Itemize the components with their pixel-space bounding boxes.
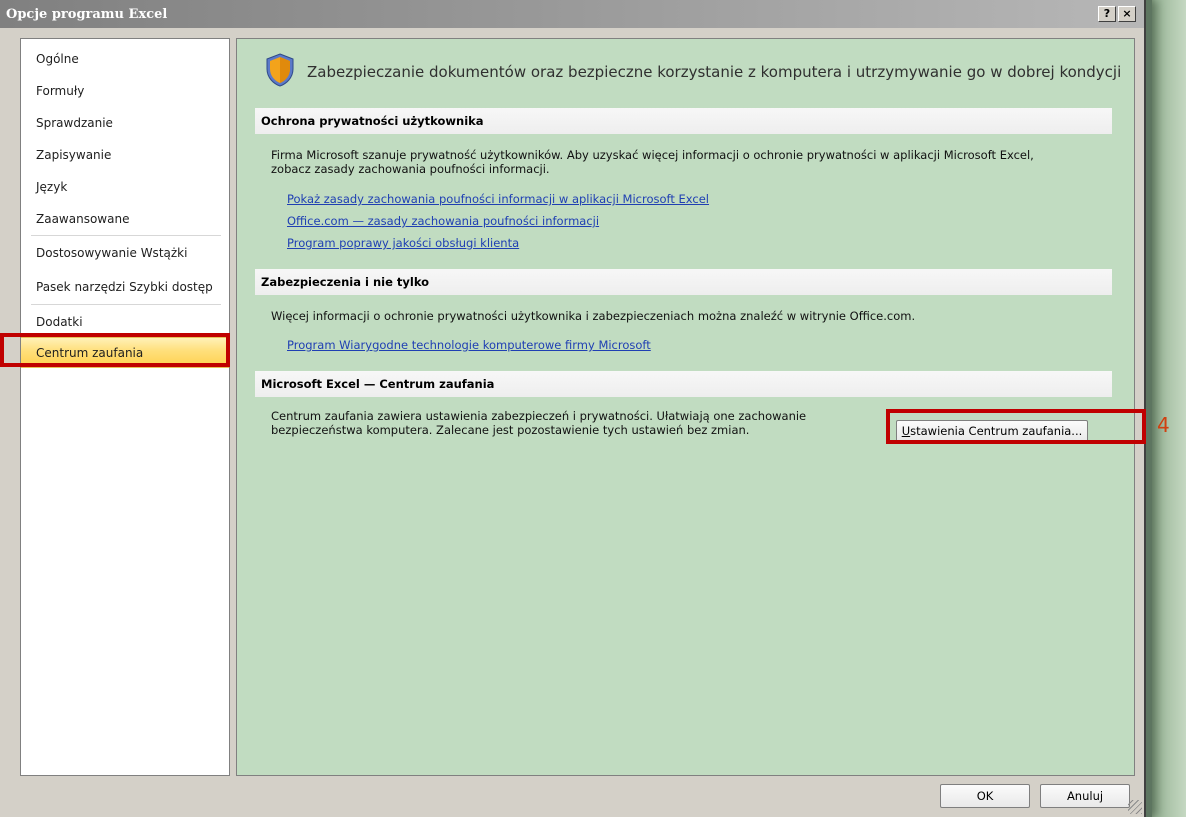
sidebar-divider (31, 304, 221, 305)
sidebar-divider (31, 235, 221, 236)
section-title-trust-center: Microsoft Excel — Centrum zaufania (255, 371, 1112, 397)
trust-center-text-line1: Centrum zaufania zawiera ustawienia zabe… (271, 409, 807, 423)
section-title-security: Zabezpieczenia i nie tylko (255, 269, 1112, 295)
desktop-backdrop (1146, 0, 1186, 817)
title-bar: Opcje programu Excel ? × (0, 0, 1144, 28)
sidebar-item-dodatki[interactable]: Dodatki (21, 306, 229, 337)
sidebar-item-centrum-zaufania[interactable]: Centrum zaufania (21, 337, 229, 368)
trust-button-mnemonic: U (901, 424, 911, 438)
step-number-label: 4 (1157, 413, 1170, 437)
excel-options-dialog: Opcje programu Excel ? × Ogólne Formuły … (0, 0, 1146, 817)
sidebar-item-zapisywanie[interactable]: Zapisywanie (21, 139, 229, 170)
privacy-text-line1: Firma Microsoft szanuje prywatność użytk… (271, 148, 1034, 162)
link-office-privacy[interactable]: Office.com — zasady zachowania poufności… (287, 214, 599, 228)
privacy-text-line2: zobacz zasady zachowania poufności infor… (271, 162, 550, 176)
category-sidebar: Ogólne Formuły Sprawdzanie Zapisywanie J… (20, 38, 230, 776)
panel-heading: Zabezpieczanie dokumentów oraz bezpieczn… (307, 62, 1122, 81)
resize-grip-icon[interactable] (1128, 800, 1142, 814)
security-text: Więcej informacji o ochronie prywatności… (271, 309, 916, 323)
sidebar-item-formuly[interactable]: Formuły (21, 75, 229, 106)
close-button[interactable]: × (1118, 6, 1136, 22)
dialog-title: Opcje programu Excel (6, 6, 168, 22)
sidebar-item-zaawansowane[interactable]: Zaawansowane (21, 203, 229, 234)
link-ceip[interactable]: Program poprawy jakości obsługi klienta (287, 236, 519, 250)
sidebar-item-ogolne[interactable]: Ogólne (21, 43, 229, 74)
panel-header: Zabezpieczanie dokumentów oraz bezpieczn… (265, 53, 1121, 90)
sidebar-item-dostosowywanie-wstazki[interactable]: Dostosowywanie Wstążki (21, 237, 229, 268)
title-buttons: ? × (1098, 6, 1136, 22)
link-privacy-statement-excel[interactable]: Pokaż zasady zachowania poufności inform… (287, 192, 709, 206)
trust-center-settings-button[interactable]: Ustawienia Centrum zaufania... (896, 420, 1088, 442)
sidebar-item-jezyk[interactable]: Język (21, 171, 229, 202)
trust-center-text-line2: bezpieczeństwa komputera. Zalecane jest … (271, 423, 750, 437)
link-trustworthy-computing[interactable]: Program Wiarygodne technologie komputero… (287, 338, 651, 352)
cancel-button[interactable]: Anuluj (1040, 784, 1130, 808)
help-button[interactable]: ? (1098, 6, 1116, 22)
ok-button[interactable]: OK (940, 784, 1030, 808)
trust-button-label: stawienia Centrum zaufania... (910, 424, 1083, 438)
trust-center-panel: Zabezpieczanie dokumentów oraz bezpieczn… (236, 38, 1135, 776)
shield-icon (265, 53, 295, 90)
section-title-privacy: Ochrona prywatności użytkownika (255, 108, 1112, 134)
sidebar-item-sprawdzanie[interactable]: Sprawdzanie (21, 107, 229, 138)
sidebar-item-pasek-szybki-dostep[interactable]: Pasek narzędzi Szybki dostęp (21, 271, 229, 302)
